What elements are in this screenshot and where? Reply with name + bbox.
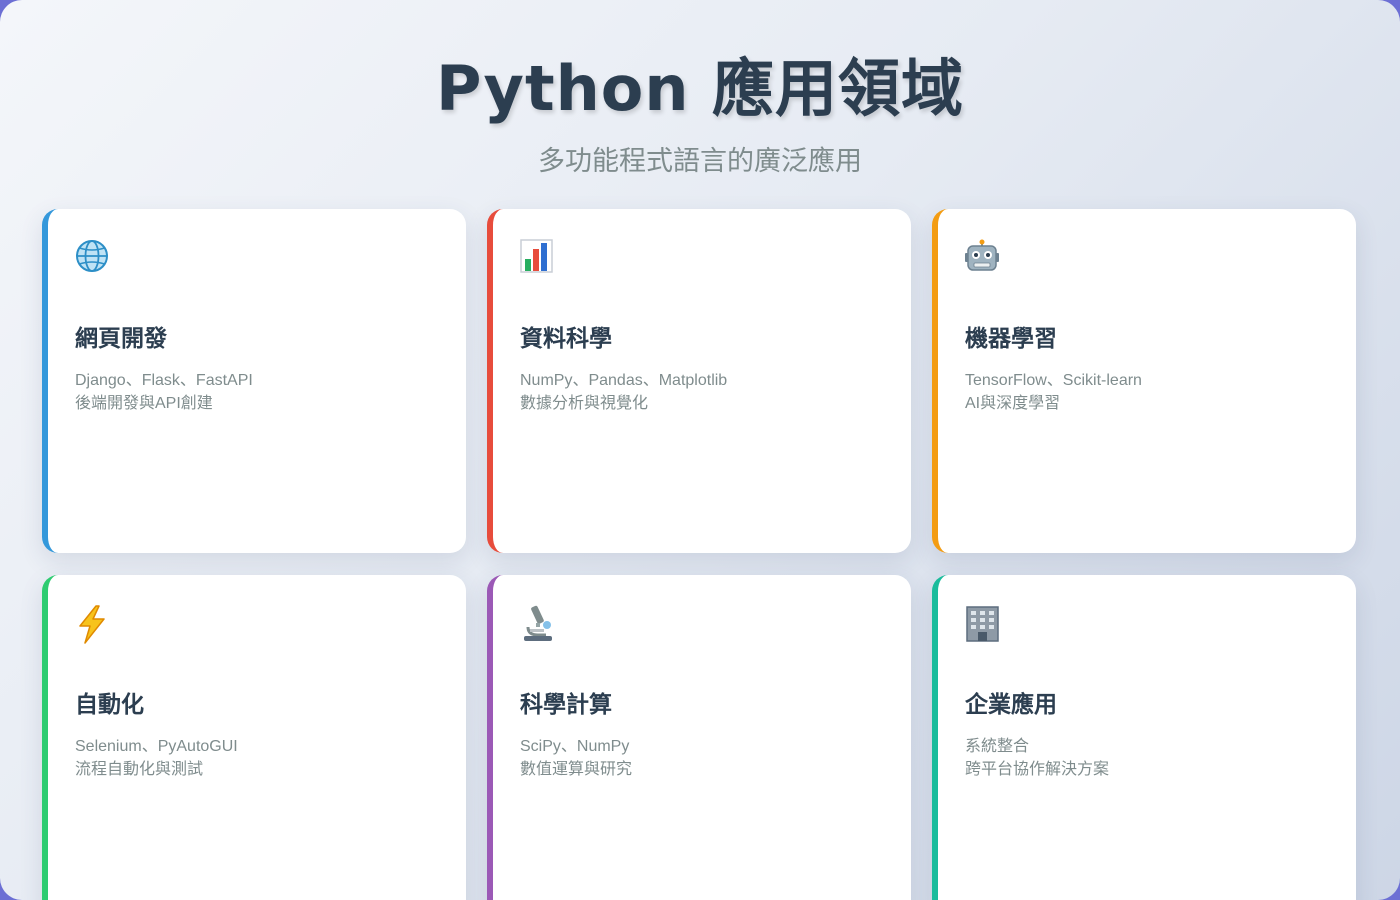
card-web-development: 網頁開發 Django、Flask、FastAPI 後端開發與API創建 — [42, 209, 466, 553]
card-machine-learning: 機器學習 TensorFlow、Scikit-learn AI與深度學習 — [932, 209, 1356, 553]
card-description: AI與深度學習 — [965, 395, 1061, 412]
office-building-icon — [966, 606, 999, 642]
card-description: 數值運算與研究 — [520, 761, 633, 778]
page-subtitle: 多功能程式語言的廣泛應用 — [538, 146, 862, 177]
card-libraries: TensorFlow、Scikit-learn — [965, 372, 1142, 389]
robot-icon — [965, 239, 999, 271]
card-scientific-computing: 科學計算 SciPy、NumPy 數值運算與研究 — [487, 575, 911, 900]
card-libraries: NumPy、Pandas、Matplotlib — [520, 372, 728, 389]
card-description: 數據分析與視覺化 — [520, 395, 649, 412]
card-libraries: Selenium、PyAutoGUI — [75, 738, 238, 755]
card-libraries: SciPy、NumPy — [520, 738, 630, 755]
card-libraries: Django、Flask、FastAPI — [75, 372, 253, 389]
card-description: 流程自動化與測試 — [75, 761, 204, 778]
card-description: 跨平台協作解決方案 — [965, 761, 1110, 778]
card-title: 自動化 — [75, 692, 144, 718]
page-title: Python 應用領域 — [435, 52, 965, 125]
card-title: 機器學習 — [965, 326, 1057, 352]
card-automation: 自動化 Selenium、PyAutoGUI 流程自動化與測試 — [42, 575, 466, 900]
page-frame: Python 應用領域 多功能程式語言的廣泛應用 網頁開發 Django、Fla… — [0, 0, 1400, 900]
card-title: 科學計算 — [520, 692, 612, 718]
card-enterprise-applications: 企業應用 系統整合 跨平台協作解決方案 — [932, 575, 1356, 900]
card-title: 企業應用 — [965, 692, 1057, 718]
card-title: 資料科學 — [520, 326, 612, 352]
card-data-science: 資料科學 NumPy、Pandas、Matplotlib 數據分析與視覺化 — [487, 209, 911, 553]
bar-chart-icon — [520, 239, 553, 273]
card-title: 網頁開發 — [75, 326, 167, 352]
microscope-icon — [524, 605, 552, 641]
lightning-icon — [79, 605, 105, 644]
card-libraries: 系統整合 — [965, 738, 1030, 755]
card-description: 後端開發與API創建 — [75, 395, 213, 412]
globe-icon — [76, 240, 108, 272]
